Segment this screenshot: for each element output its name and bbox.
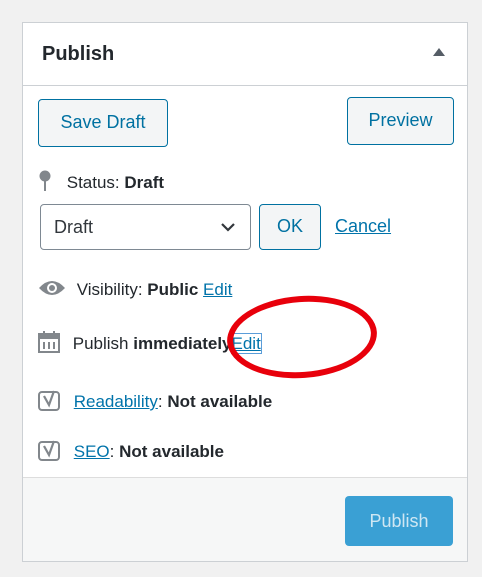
- readability-link[interactable]: Readability: [74, 392, 158, 411]
- visibility-label: Visibility:: [76, 279, 143, 299]
- visibility-row: Visibility: Public Edit: [38, 279, 232, 302]
- seo-row: SEO: Not available: [38, 439, 224, 466]
- seo-link[interactable]: SEO: [74, 442, 110, 461]
- yoast-icon: [38, 389, 60, 416]
- cancel-link[interactable]: Cancel: [335, 216, 391, 237]
- readability-row: Readability: Not available: [38, 389, 272, 416]
- status-value: Draft: [124, 172, 165, 192]
- eye-icon: [38, 279, 66, 302]
- readability-separator: :: [157, 391, 163, 411]
- seo-value: Not available: [119, 441, 224, 461]
- status-select[interactable]: Draft: [40, 204, 251, 250]
- ok-button[interactable]: OK: [259, 204, 321, 250]
- metabox-header[interactable]: Publish: [23, 23, 467, 86]
- readability-value: Not available: [167, 391, 273, 411]
- schedule-label: Publish: [72, 333, 129, 353]
- pin-icon: [38, 170, 52, 197]
- status-select-value: Draft: [54, 217, 94, 237]
- metabox-footer: Publish: [23, 477, 467, 561]
- publish-button[interactable]: Publish: [345, 496, 453, 546]
- schedule-value: immediately: [133, 333, 232, 353]
- preview-button[interactable]: Preview: [347, 97, 454, 145]
- chevron-down-icon: [220, 219, 236, 240]
- visibility-value: Public: [147, 279, 199, 299]
- seo-separator: :: [109, 441, 115, 461]
- save-draft-button[interactable]: Save Draft: [38, 99, 168, 147]
- status-row: Status: Draft: [38, 170, 164, 197]
- calendar-icon: [38, 331, 60, 358]
- metabox-title: Publish: [42, 43, 115, 65]
- triangle-up-icon[interactable]: [433, 48, 445, 56]
- visibility-edit-link[interactable]: Edit: [203, 280, 232, 299]
- publish-metabox: Publish Save Draft Preview Status: Draft…: [22, 22, 468, 562]
- status-label: Status:: [66, 172, 120, 192]
- yoast-icon: [38, 439, 60, 466]
